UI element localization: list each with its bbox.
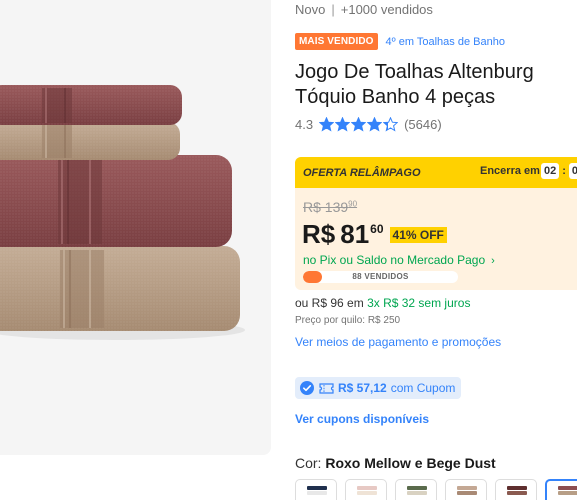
condition-label: Novo: [295, 2, 326, 17]
color-swatch[interactable]: [295, 479, 337, 500]
product-image-panel[interactable]: [0, 0, 271, 455]
original-price: R$ 13990: [303, 199, 357, 215]
sold-progress-label: 88 VENDIDOS: [352, 272, 409, 281]
product-meta: Novo | +1000 vendidos: [295, 2, 433, 17]
color-selector-label: Cor: Roxo Mellow e Bege Dust: [295, 455, 496, 471]
color-swatch[interactable]: [345, 479, 387, 500]
countdown-hours: 02: [541, 163, 560, 179]
coupon-amount: R$ 57,12: [338, 381, 387, 395]
price-per-kilo: Preço por quilo: R$ 250: [295, 315, 401, 326]
product-image: [0, 0, 271, 455]
coupon-pill[interactable]: R$ 57,12 com Cupom: [295, 377, 462, 399]
color-swatch-selected[interactable]: [545, 479, 577, 500]
price-currency: R$: [302, 219, 336, 249]
star-icon: [351, 117, 367, 132]
color-swatch[interactable]: [395, 479, 437, 500]
rating-count: (5646): [404, 117, 442, 132]
pix-offer-text: no Pix ou Saldo no Mercado Pago: [303, 253, 486, 267]
current-price: R$ 81 60 41% OFF: [302, 219, 447, 250]
rating-stars: [319, 117, 399, 132]
price-integer: 81: [340, 219, 370, 249]
original-price-int: R$ 139: [303, 199, 349, 215]
color-value: Roxo Mellow e Bege Dust: [325, 455, 496, 471]
star-icon: [383, 117, 399, 132]
installments-info: ou R$ 96 em 3x R$ 32 sem juros: [295, 296, 470, 310]
price-cents: 60: [370, 222, 384, 236]
star-icon: [319, 117, 335, 132]
sold-count: +1000 vendidos: [340, 2, 433, 17]
meta-separator: |: [331, 2, 335, 17]
countdown-minutes: 0: [568, 163, 577, 179]
star-icon: [335, 117, 351, 132]
color-swatch[interactable]: [495, 479, 537, 500]
category-rank-link[interactable]: 4º em Toalhas de Banho: [386, 36, 505, 48]
alt-price: ou R$ 96 em: [295, 296, 364, 310]
discount-badge: 41% OFF: [389, 227, 447, 243]
original-price-cents: 90: [348, 199, 358, 209]
coupon-with-label: com Cupom: [390, 381, 456, 395]
flash-deal-header: OFERTA RELÂMPAGO Encerra em 02 : 0: [295, 157, 577, 188]
countdown-colon: :: [562, 165, 566, 177]
sold-progress-bar: 88 VENDIDOS: [303, 271, 458, 283]
chevron-right-icon: ›: [491, 255, 495, 267]
color-swatch[interactable]: [445, 479, 487, 500]
pix-offer-link[interactable]: no Pix ou Saldo no Mercado Pago ›: [303, 253, 495, 267]
check-circle-icon: [300, 381, 314, 395]
rating-summary[interactable]: 4.3 (5646): [295, 117, 442, 132]
flash-deal-box: OFERTA RELÂMPAGO Encerra em 02 : 0 R$ 13…: [295, 157, 577, 290]
color-label: Cor:: [295, 455, 322, 471]
ticket-icon: [319, 382, 334, 394]
best-seller-badge: MAIS VENDIDO: [295, 33, 378, 50]
deal-ends-label: Encerra em: [480, 165, 540, 177]
deal-countdown: 02 : 0: [541, 163, 577, 179]
payment-methods-link[interactable]: Ver meios de pagamento e promoções: [295, 335, 501, 349]
view-coupons-link[interactable]: Ver cupons disponíveis: [295, 412, 429, 426]
color-swatches: [295, 479, 577, 500]
flash-deal-label: OFERTA RELÂMPAGO: [303, 166, 421, 179]
rating-score: 4.3: [295, 117, 314, 132]
star-icon: [367, 117, 383, 132]
product-title: Jogo De Toalhas Altenburg Tóquio Banho 4…: [295, 61, 534, 108]
installments-text: 3x R$ 32 sem juros: [367, 296, 471, 310]
image-gallery-spacer: [0, 455, 271, 500]
product-badges: MAIS VENDIDO 4º em Toalhas de Banho: [295, 33, 505, 50]
